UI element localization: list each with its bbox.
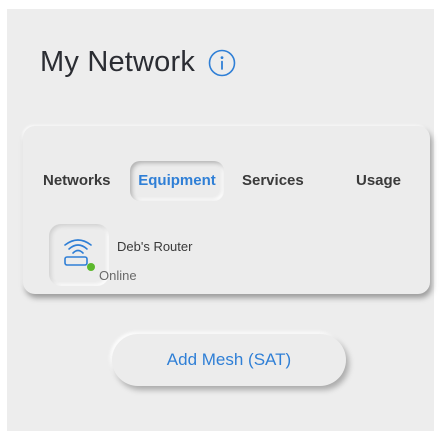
tab-services[interactable]: Services: [242, 161, 304, 201]
tab-equipment[interactable]: Equipment: [130, 161, 224, 201]
device-status: Online: [99, 268, 137, 283]
page-title-text: My Network: [40, 46, 196, 78]
tab-usage[interactable]: Usage: [356, 161, 401, 201]
device-name[interactable]: Deb's Router: [117, 239, 192, 254]
page-title: My Network: [40, 46, 236, 79]
online-status-dot: [87, 263, 95, 271]
network-card: Networks Equipment Services Usage Deb's …: [23, 126, 430, 294]
info-icon[interactable]: [208, 49, 236, 77]
tab-networks[interactable]: Networks: [43, 161, 111, 201]
add-mesh-button[interactable]: Add Mesh (SAT): [112, 334, 346, 386]
tab-bar: Networks Equipment Services Usage: [23, 161, 430, 201]
app-screen: My Network Networks Equipment Services U…: [7, 9, 434, 431]
